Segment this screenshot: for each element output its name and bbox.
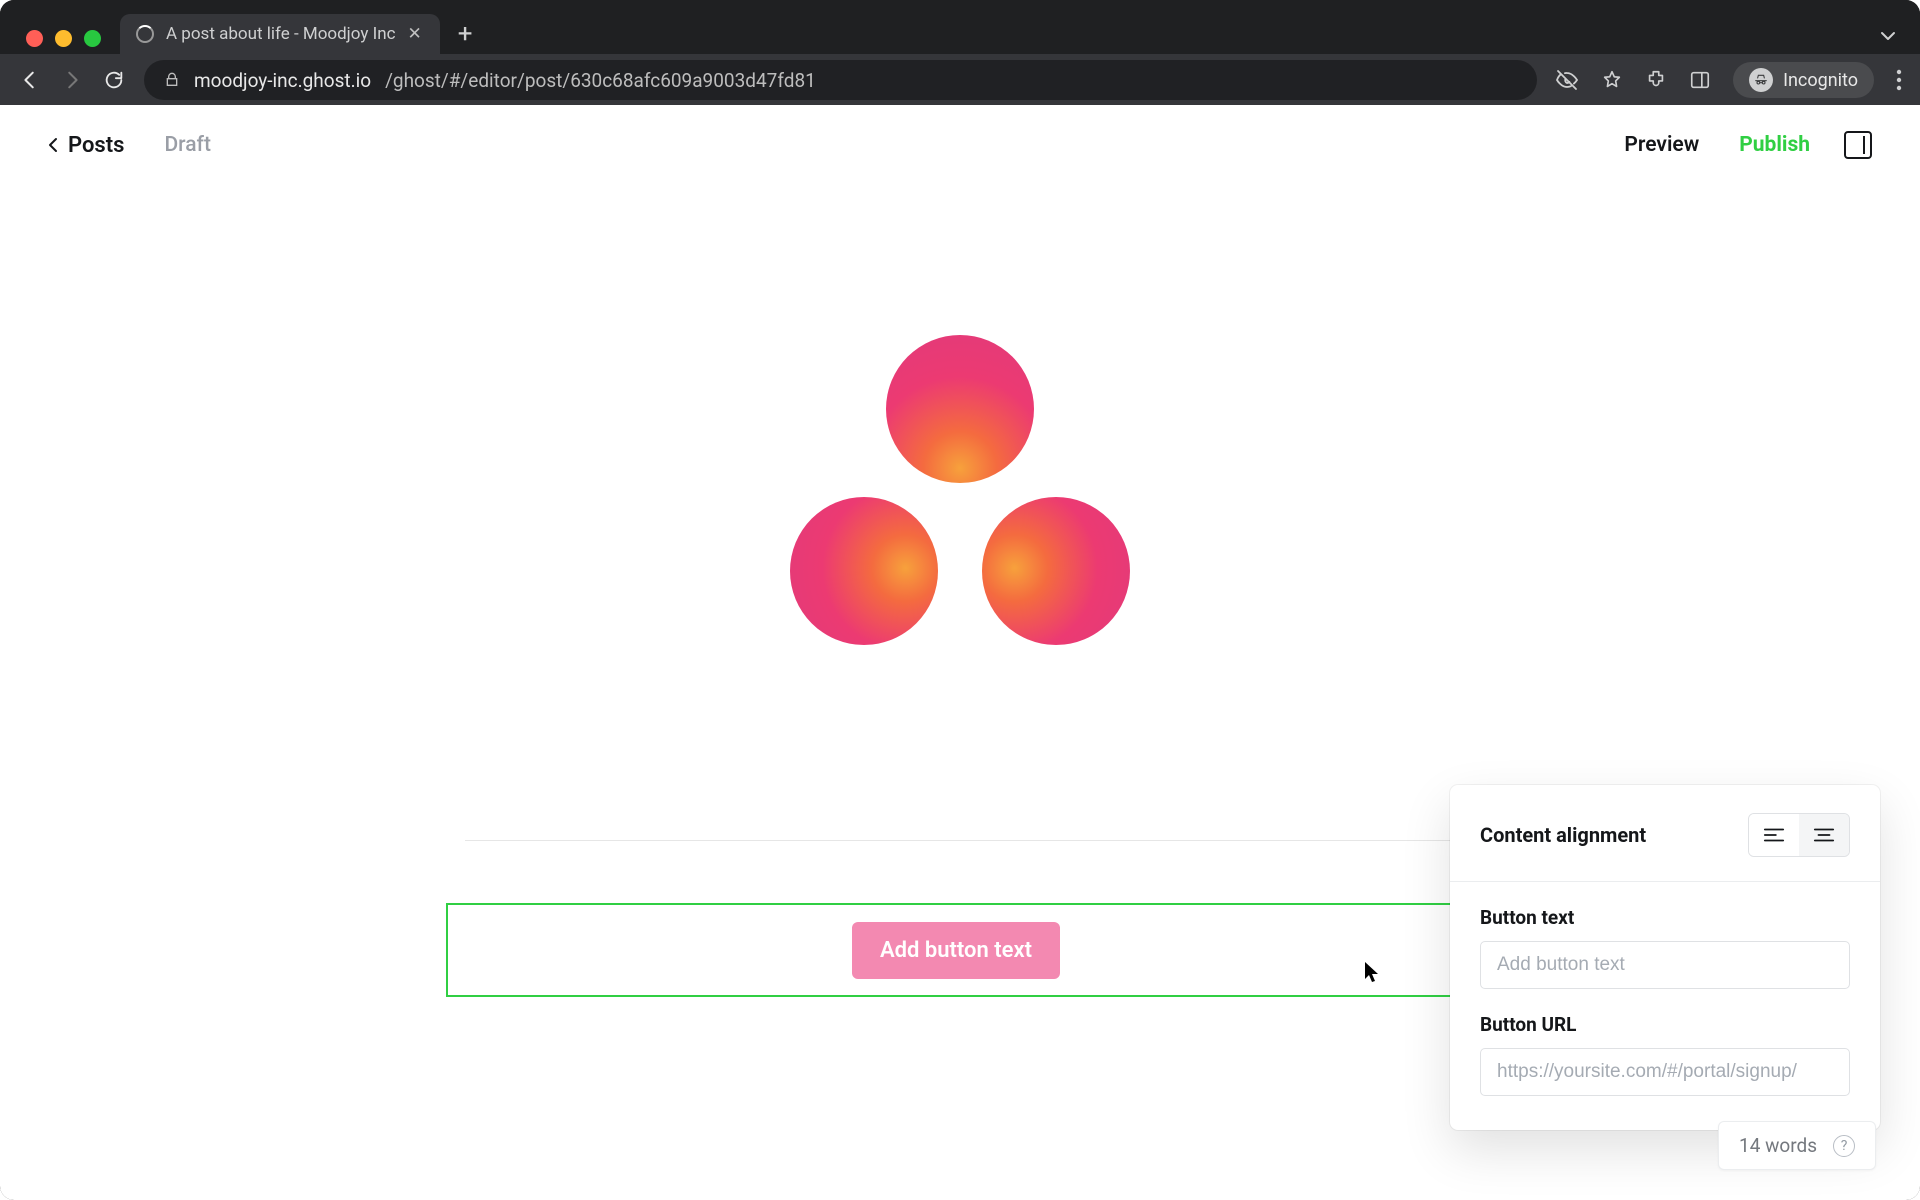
card-settings-popover: Content alignment Button text xyxy=(1450,785,1880,1130)
word-count-pill: 14 words ? xyxy=(1718,1121,1876,1170)
url-host: moodjoy-inc.ghost.io xyxy=(194,69,371,92)
incognito-indicator[interactable]: Incognito xyxy=(1733,62,1874,98)
button-text-input[interactable] xyxy=(1480,941,1850,989)
divider-block[interactable] xyxy=(465,840,1465,841)
word-count-label: 14 words xyxy=(1739,1134,1817,1157)
lock-icon xyxy=(164,72,180,88)
back-to-posts-link[interactable]: Posts xyxy=(48,133,124,158)
button-url-input[interactable] xyxy=(1480,1048,1850,1096)
window-controls xyxy=(26,30,101,47)
gradient-circle-icon xyxy=(982,497,1130,645)
mouse-cursor-icon xyxy=(1364,961,1380,983)
publish-button[interactable]: Publish xyxy=(1739,133,1810,157)
back-button[interactable] xyxy=(18,68,42,92)
button-text-label: Button text xyxy=(1480,906,1850,929)
tab-close-button[interactable]: ✕ xyxy=(408,24,422,44)
preview-button[interactable]: Preview xyxy=(1624,133,1699,157)
post-status-label: Draft xyxy=(164,133,211,157)
help-icon[interactable]: ? xyxy=(1833,1135,1855,1157)
toolbar-right: Incognito xyxy=(1555,62,1902,98)
back-label: Posts xyxy=(68,133,124,158)
button-text-field: Button text xyxy=(1480,906,1850,989)
browser-menu-button[interactable] xyxy=(1896,69,1902,91)
browser-chrome: A post about life - Moodjoy Inc ✕ + mood… xyxy=(0,0,1920,105)
editor-page: Posts Draft Preview Publish Add button t… xyxy=(0,105,1920,1200)
window-zoom-button[interactable] xyxy=(84,30,101,47)
reload-button[interactable] xyxy=(102,68,126,92)
forward-button[interactable] xyxy=(60,68,84,92)
url-input[interactable]: moodjoy-inc.ghost.io/ghost/#/editor/post… xyxy=(144,60,1537,100)
tab-title: A post about life - Moodjoy Inc xyxy=(166,24,396,44)
alignment-toggle-group xyxy=(1748,813,1850,857)
alignment-label: Content alignment xyxy=(1480,823,1646,847)
loading-spinner-icon xyxy=(136,25,154,43)
extensions-icon[interactable] xyxy=(1645,69,1667,91)
button-url-label: Button URL xyxy=(1480,1013,1850,1036)
button-placeholder[interactable]: Add button text xyxy=(852,922,1060,979)
align-left-button[interactable] xyxy=(1749,814,1799,856)
editor-canvas[interactable]: Add button text Content alignment xyxy=(0,185,1920,1200)
settings-panel-toggle[interactable] xyxy=(1844,131,1872,159)
gradient-circle-icon xyxy=(790,497,938,645)
chevron-left-icon xyxy=(48,137,58,153)
side-panel-icon[interactable] xyxy=(1689,69,1711,91)
gradient-circle-icon xyxy=(886,335,1034,483)
image-block[interactable] xyxy=(790,335,1130,655)
editor-header: Posts Draft Preview Publish xyxy=(0,105,1920,185)
alignment-row: Content alignment xyxy=(1480,813,1850,857)
button-card-block[interactable]: Add button text xyxy=(446,903,1466,997)
bookmark-star-icon[interactable] xyxy=(1601,69,1623,91)
incognito-label: Incognito xyxy=(1783,70,1858,91)
eye-off-icon[interactable] xyxy=(1555,68,1579,92)
button-url-field: Button URL xyxy=(1480,1013,1850,1096)
align-center-button[interactable] xyxy=(1799,814,1849,856)
incognito-icon xyxy=(1749,68,1773,92)
address-bar: moodjoy-inc.ghost.io/ghost/#/editor/post… xyxy=(0,54,1920,106)
popover-divider xyxy=(1450,881,1880,882)
url-path: /ghost/#/editor/post/630c68afc609a9003d4… xyxy=(385,69,816,92)
new-tab-button[interactable]: + xyxy=(458,21,473,47)
window-close-button[interactable] xyxy=(26,30,43,47)
window-minimize-button[interactable] xyxy=(55,30,72,47)
tabs-dropdown-button[interactable] xyxy=(1878,26,1898,46)
window-frame: A post about life - Moodjoy Inc ✕ + mood… xyxy=(0,0,1920,1200)
browser-tab[interactable]: A post about life - Moodjoy Inc ✕ xyxy=(120,14,440,54)
tab-strip: A post about life - Moodjoy Inc ✕ + xyxy=(120,14,473,54)
